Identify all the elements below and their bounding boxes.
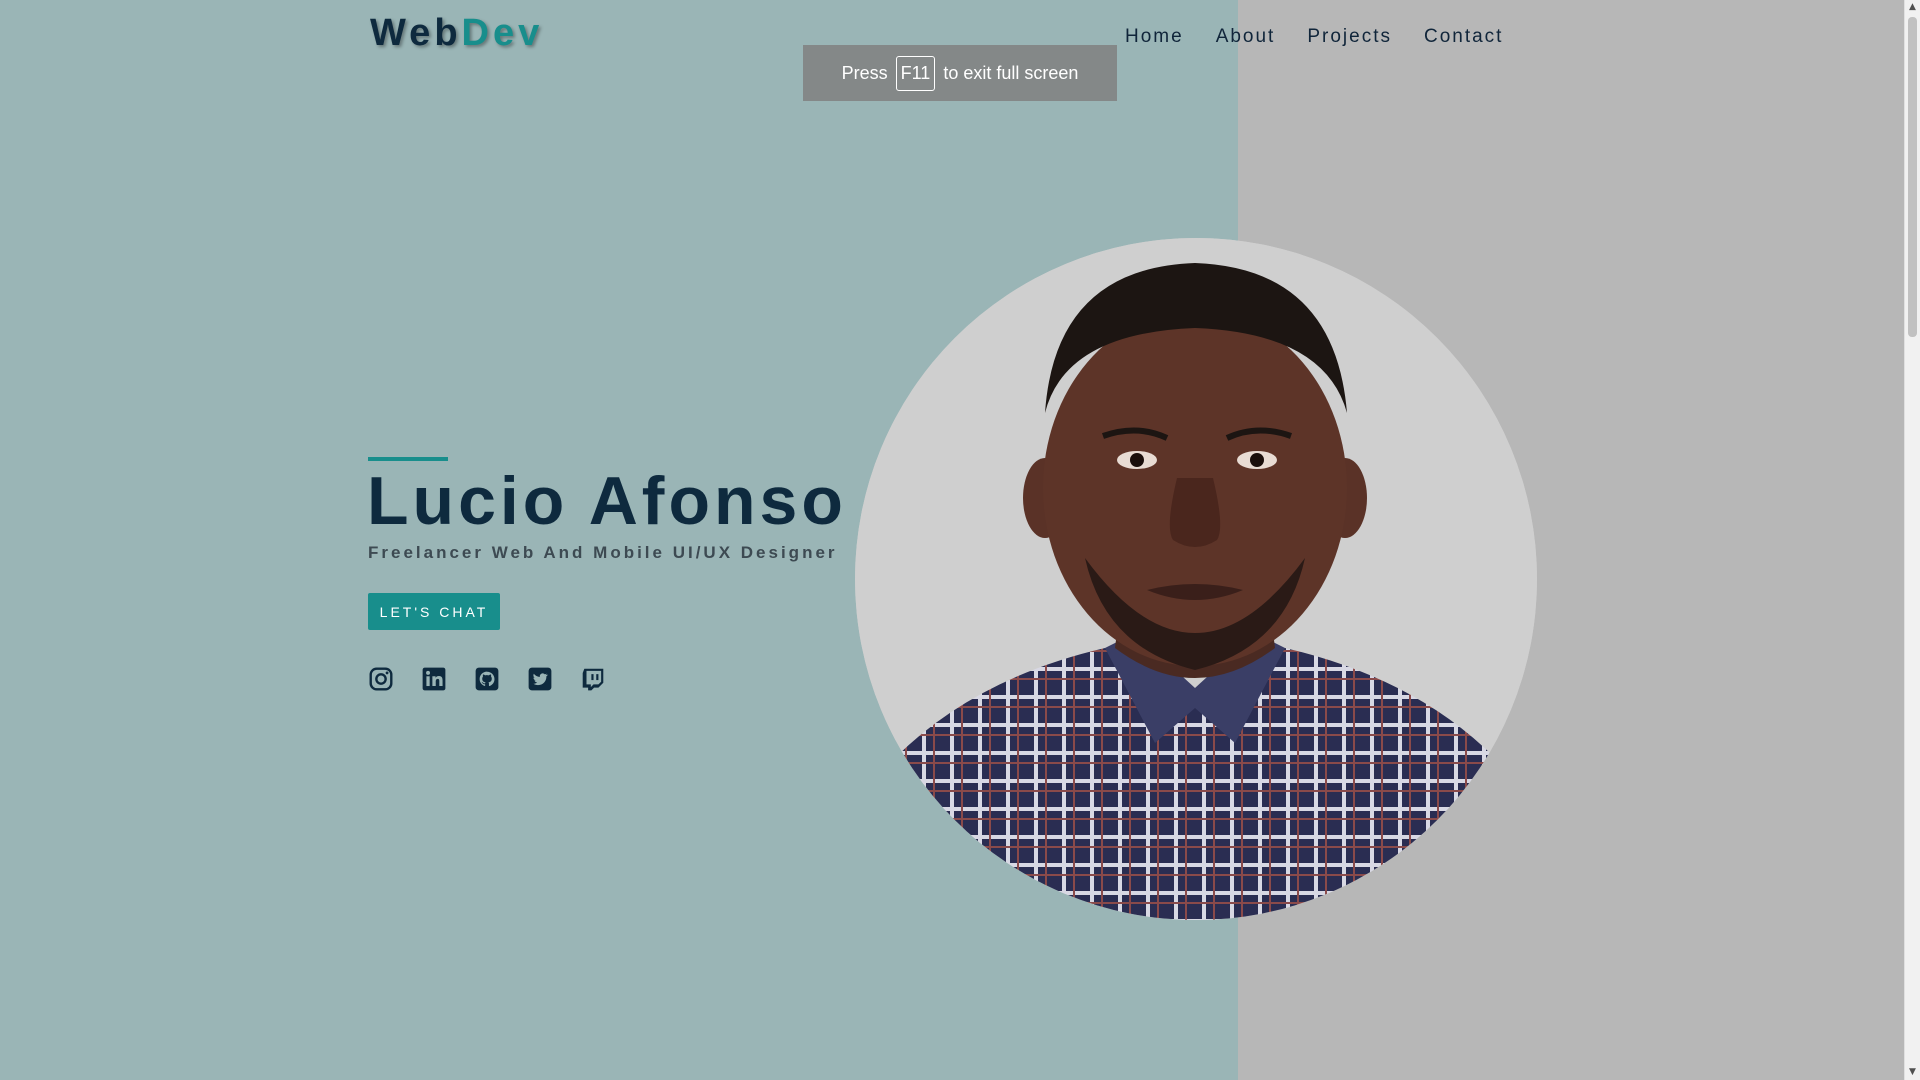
scroll-up-arrow-icon[interactable]: ▲ [1905, 0, 1920, 15]
fullscreen-notice-suffix: to exit full screen [943, 62, 1079, 83]
nav-link-projects[interactable]: Projects [1307, 26, 1392, 48]
scrollbar-thumb[interactable] [1908, 17, 1917, 337]
nav-link-home[interactable]: Home [1125, 26, 1184, 48]
instagram-icon[interactable] [368, 666, 394, 692]
fullscreen-notice-prefix: Press [841, 62, 888, 83]
linkedin-icon[interactable] [421, 666, 447, 692]
twitter-icon[interactable] [527, 666, 553, 692]
lets-chat-button[interactable]: LET'S CHAT [368, 593, 500, 630]
twitch-icon[interactable] [580, 666, 606, 692]
page-scrollbar[interactable]: ▲ ▼ [1904, 0, 1920, 1080]
name-accent-line [368, 457, 448, 461]
social-links [368, 666, 606, 692]
hero-tagline: Freelancer Web And Mobile UI/UX Designer [368, 543, 838, 562]
nav-link-contact[interactable]: Contact [1424, 26, 1503, 48]
main-nav: Home About Projects Contact [1125, 26, 1503, 48]
scroll-down-arrow-icon[interactable]: ▼ [1905, 1065, 1920, 1080]
logo-part-dev: Dev [461, 12, 544, 54]
site-logo[interactable]: WebDev [370, 12, 543, 55]
logo-part-web: Web [370, 12, 462, 54]
github-icon[interactable] [474, 666, 500, 692]
nav-link-about[interactable]: About [1216, 26, 1276, 48]
profile-photo [855, 238, 1537, 920]
fullscreen-key: F11 [895, 55, 936, 91]
hero-name: Lucio Afonso [367, 463, 847, 539]
fullscreen-notice: Press F11 to exit full screen [803, 45, 1117, 101]
